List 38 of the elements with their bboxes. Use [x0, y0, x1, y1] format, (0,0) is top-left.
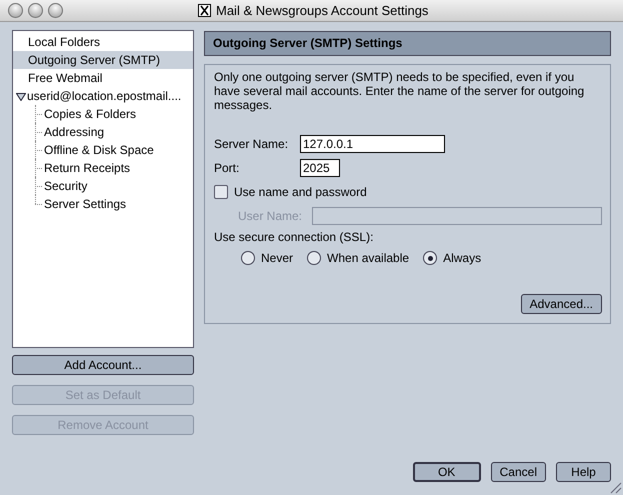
radio-button[interactable]	[241, 251, 255, 265]
tree-item[interactable]: Copies & Folders	[13, 105, 193, 123]
description-text: Only one outgoing server (SMTP) needs to be specified, even if you have several mail accounts. Enter the name of the server for outgoing messages.	[214, 70, 586, 112]
dialog-button[interactable]: OK	[412, 462, 481, 482]
radio-button[interactable]	[423, 251, 438, 265]
zoom-button[interactable]	[48, 3, 63, 18]
tree-item[interactable]: userid@location.epostmail....	[13, 87, 193, 105]
window-title: Mail & Newsgroups Account Settings	[216, 3, 428, 18]
tree-item[interactable]: Free Webmail	[13, 69, 193, 87]
tree-item[interactable]: Addressing	[13, 123, 193, 141]
radio-label: When available	[327, 251, 410, 265]
tree-item[interactable]: Security	[13, 177, 193, 195]
server-name-field[interactable]: 127.0.0.1	[300, 135, 445, 153]
minimize-button[interactable]	[28, 3, 43, 18]
port-field[interactable]: 2025	[300, 159, 340, 177]
resize-grip-icon[interactable]	[608, 480, 622, 494]
field-label: Server Name:	[214, 137, 290, 151]
triangle-icon[interactable]	[16, 92, 27, 101]
ssl-label: Use secure connection (SSL):	[214, 229, 374, 246]
x-logo-icon	[198, 4, 211, 17]
dialog-button[interactable]: Cancel	[490, 462, 546, 482]
tree-item[interactable]: Local Folders	[13, 33, 193, 51]
close-button[interactable]	[8, 3, 23, 18]
tree-item[interactable]: Server Settings	[13, 195, 193, 213]
checkbox-label: Use name and password	[234, 185, 367, 199]
tree-item[interactable]: Outgoing Server (SMTP)	[13, 51, 193, 69]
panel-header: Outgoing Server (SMTP) Settings	[204, 31, 611, 56]
field-label: User Name:	[238, 209, 304, 223]
account-button[interactable]: Add Account...	[12, 355, 194, 375]
field-label: Port:	[214, 161, 240, 175]
radio-label: Always	[443, 251, 482, 265]
radio-label: Never	[261, 251, 294, 265]
checkbox[interactable]	[214, 185, 228, 199]
radio-button[interactable]	[307, 251, 322, 265]
dialog-button[interactable]: Help	[556, 462, 611, 482]
tree-item[interactable]: Return Receipts	[13, 159, 193, 177]
advanced-button[interactable]: Advanced...	[520, 294, 602, 314]
tree-item[interactable]: Offline & Disk Space	[13, 141, 193, 159]
